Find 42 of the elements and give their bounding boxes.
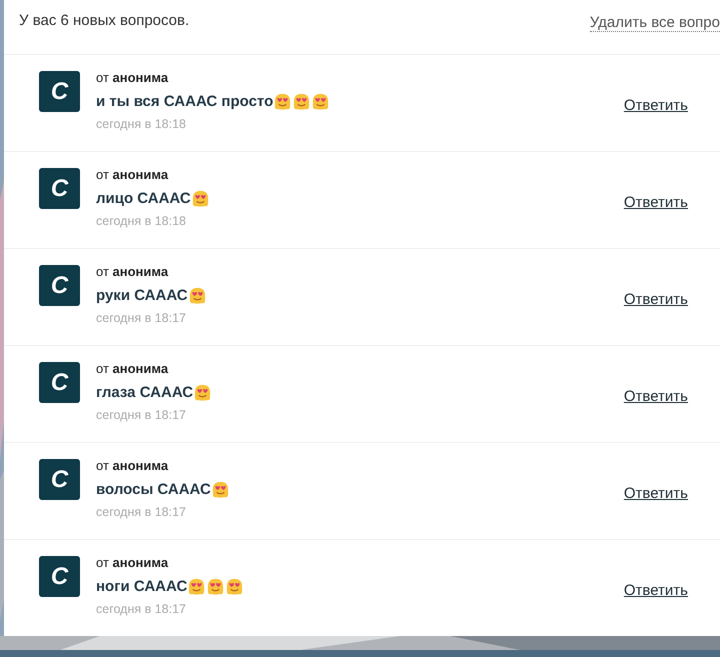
sender-text: от анонима xyxy=(96,555,170,571)
timestamp: сегодня в 18:17 xyxy=(96,505,187,519)
timestamp: сегодня в 18:17 xyxy=(96,408,187,422)
sender-text: от анонима xyxy=(96,167,170,183)
timestamp: сегодня в 18:18 xyxy=(96,117,187,131)
heart-eyes-face-icon xyxy=(273,92,292,110)
heart-eyes-face-icon xyxy=(311,92,330,110)
timestamp: сегодня в 18:17 xyxy=(96,602,187,616)
avatar: C xyxy=(39,556,80,597)
heart-eyes-face-icon xyxy=(225,576,244,596)
avatar: C xyxy=(39,71,80,112)
heart-eyes-face-icon xyxy=(190,188,210,208)
timestamp: сегодня в 18:17 xyxy=(96,311,187,325)
heart-eyes-face-icon xyxy=(193,382,212,402)
heart-eyes-face-icon xyxy=(187,576,206,596)
avatar: C xyxy=(39,459,80,500)
notice-text: У вас 6 новых вопросов. xyxy=(19,12,190,29)
heart-eyes-face-icon xyxy=(206,576,226,596)
reply-link[interactable]: Ответить xyxy=(624,291,688,308)
question-text: руки САААС xyxy=(96,286,188,304)
heart-eyes-face-icon xyxy=(210,480,230,498)
avatar: C xyxy=(39,168,80,209)
sender-text: от анонима xyxy=(96,264,170,280)
avatar: C xyxy=(39,362,80,403)
reply-link[interactable]: Ответить xyxy=(624,582,688,599)
heart-eyes-face-icon xyxy=(188,286,207,304)
question-text: волосы САААС xyxy=(96,480,211,498)
question-text: и ты вся САААС просто xyxy=(96,92,274,110)
heart-eyes-face-icon xyxy=(292,92,312,110)
question-text: ноги САААС xyxy=(96,578,188,594)
reply-link[interactable]: Ответить xyxy=(624,485,688,502)
reply-link[interactable]: Ответить xyxy=(624,388,688,405)
sender-text: от анонима xyxy=(96,70,170,86)
question-text: глаза САААС xyxy=(96,384,194,400)
avatar: C xyxy=(39,265,80,306)
question-text: лицо САААС xyxy=(96,190,191,206)
reply-link[interactable]: Ответить xyxy=(624,194,688,211)
delete-all-link[interactable]: Удалить все вопро xyxy=(590,14,720,32)
sender-text: от анонима xyxy=(96,361,170,377)
reply-link[interactable]: Ответить xyxy=(624,97,688,114)
sender-text: от анонима xyxy=(96,458,170,474)
timestamp: сегодня в 18:18 xyxy=(96,214,187,228)
